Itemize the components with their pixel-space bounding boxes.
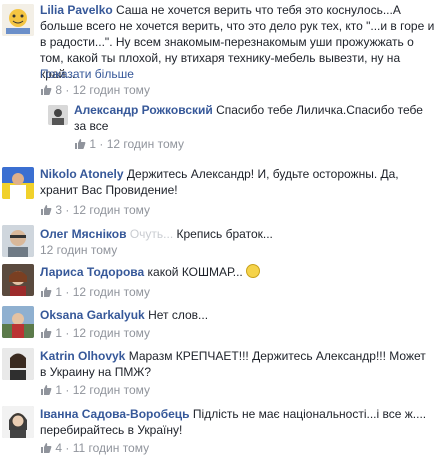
- separator: ·: [65, 83, 70, 97]
- comment-meta: 4 · 11 годин тому: [40, 440, 149, 456]
- comment-meta: 12 годин тому: [40, 242, 117, 258]
- comment-author[interactable]: Lilia Pavelko: [40, 3, 113, 17]
- avatar[interactable]: [2, 306, 34, 338]
- comment-time[interactable]: 11 годин тому: [73, 441, 149, 455]
- show-more-link-row: Показати більше: [40, 66, 134, 82]
- comment-body: Nikolo Atonely Держитесь Александр! И, б…: [40, 166, 430, 198]
- separator: ·: [65, 441, 70, 455]
- comment-body: Александр Рожковский Спасибо тебе Лиличк…: [74, 102, 424, 134]
- separator: ·: [65, 203, 70, 217]
- comment-time[interactable]: 12 годин тому: [73, 383, 150, 397]
- comment-meta: 1 · 12 годин тому: [40, 325, 150, 341]
- comment-author[interactable]: Лариса Тодорова: [40, 265, 144, 279]
- comment-body: Олег Мясніков Очуть... Крепись браток...: [40, 226, 430, 242]
- avatar[interactable]: [2, 167, 34, 199]
- like-count: 8: [55, 83, 63, 97]
- avatar[interactable]: [2, 406, 34, 438]
- like-icon[interactable]: [74, 138, 86, 150]
- separator: ·: [65, 383, 70, 397]
- avatar[interactable]: [2, 4, 34, 36]
- like-icon[interactable]: [40, 204, 52, 216]
- comment-time[interactable]: 12 годин тому: [73, 326, 150, 340]
- comment-author[interactable]: Александр Рожковский: [74, 103, 213, 117]
- comment-text: какой КОШМАР...: [147, 265, 243, 279]
- avatar[interactable]: [48, 105, 68, 125]
- comment-text: Крепись браток...: [176, 227, 273, 241]
- like-count: 1: [89, 137, 97, 151]
- like-count: 1: [55, 326, 63, 340]
- comment-meta: 8 · 12 годин тому: [40, 82, 150, 98]
- avatar[interactable]: [2, 264, 34, 296]
- comment-time[interactable]: 12 годин тому: [107, 137, 184, 151]
- like-icon[interactable]: [40, 442, 52, 454]
- comment-author[interactable]: Олег Мясніков: [40, 227, 126, 241]
- avatar[interactable]: [2, 348, 34, 380]
- avatar[interactable]: [2, 225, 34, 257]
- sad-face-icon: [246, 264, 261, 278]
- like-icon[interactable]: [40, 327, 52, 339]
- comment-meta: 1 · 12 годин тому: [40, 284, 150, 300]
- separator: ·: [65, 326, 70, 340]
- comment-author[interactable]: Іванна Садова-Воробець: [40, 407, 190, 421]
- separator: ·: [99, 137, 104, 151]
- comment-meta: 3 · 12 годин тому: [40, 202, 150, 218]
- comment-time[interactable]: 12 годин тому: [73, 285, 150, 299]
- like-count: 4: [55, 441, 63, 455]
- comment-meta: 1 · 12 годин тому: [40, 382, 150, 398]
- comment-time[interactable]: 12 годин тому: [73, 83, 150, 97]
- comment-time[interactable]: 12 годин тому: [73, 203, 150, 217]
- like-count: 1: [55, 285, 63, 299]
- like-icon[interactable]: [40, 286, 52, 298]
- comment-author[interactable]: Katrin Olhovyk: [40, 349, 125, 363]
- like-count: 3: [55, 203, 63, 217]
- like-count: 1: [55, 383, 63, 397]
- comment-author[interactable]: Nikolo Atonely: [40, 167, 124, 181]
- comment-meta: 1 · 12 годин тому: [74, 136, 184, 152]
- comment-text-faded: Очуть...: [129, 227, 174, 241]
- like-icon[interactable]: [40, 84, 52, 96]
- comment-body: Oksana Garkalyuk Нет слов...: [40, 307, 430, 323]
- comment-author[interactable]: Oksana Garkalyuk: [40, 308, 145, 322]
- comment-body: Лариса Тодорова какой КОШМАР...: [40, 264, 430, 280]
- comment-body: Іванна Садова-Воробець Підлість не має н…: [40, 406, 430, 438]
- show-more-link[interactable]: Показати більше: [40, 67, 134, 81]
- comment-text: Нет слов...: [148, 308, 209, 322]
- comment-body: Katrin Olhovyk Маразм КРЕПЧАЕТ!!! Держит…: [40, 348, 430, 380]
- like-icon[interactable]: [40, 384, 52, 396]
- separator: ·: [65, 285, 70, 299]
- comment-time[interactable]: 12 годин тому: [40, 243, 117, 257]
